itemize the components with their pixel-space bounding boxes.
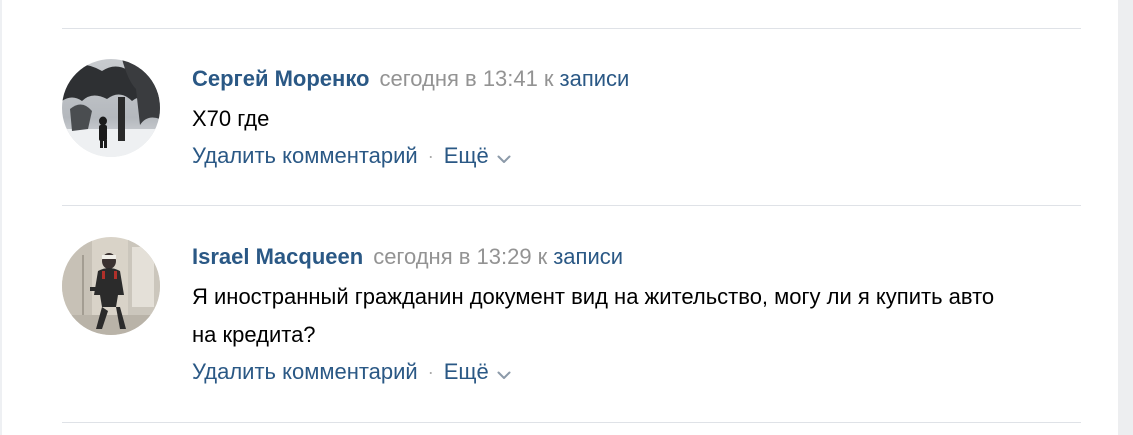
comment-author-link[interactable]: Israel Macqueen — [192, 244, 363, 269]
comment-post-link[interactable]: записи — [553, 244, 623, 269]
comment-timestamp[interactable]: сегодня в 13:29 — [373, 244, 531, 269]
more-button-label: Ещё — [443, 143, 489, 168]
comment-author-link[interactable]: Сергей Моренко — [192, 66, 369, 91]
avatar-photo — [62, 59, 160, 157]
comment-post-link[interactable]: записи — [560, 66, 630, 91]
delete-comment-button[interactable]: Удалить комментарий — [192, 141, 418, 171]
comment-to-label: к — [543, 66, 554, 91]
avatar-photo — [62, 237, 160, 335]
comment-to-label: к — [537, 244, 548, 269]
content-left-border — [0, 0, 2, 435]
avatar[interactable] — [62, 59, 160, 157]
comment-timestamp[interactable]: сегодня в 13:41 — [379, 66, 537, 91]
comment-divider — [62, 422, 1081, 423]
comment-divider — [62, 205, 1081, 206]
comment-actions: Удалить комментарий · Ещё — [192, 356, 1081, 388]
comment-text: X70 где — [192, 106, 270, 131]
comment-meta: Сергей Моренко сегодня в 13:41 к записи — [192, 64, 1081, 94]
delete-comment-button[interactable]: Удалить комментарий — [192, 357, 418, 387]
comments-page: Сергей Моренко сегодня в 13:41 к записи X70… — [0, 0, 1133, 435]
chevron-down-icon — [497, 358, 511, 388]
actions-separator: · — [427, 362, 434, 382]
more-button[interactable]: Ещё — [444, 356, 511, 388]
comment-body: Сергей Моренко сегодня в 13:41 к записи X70… — [192, 64, 1081, 172]
comment-meta: Israel Macqueen сегодня в 13:29 к записи — [192, 242, 1081, 272]
comment-actions: Удалить комментарий · Ещё — [192, 140, 1081, 172]
page-background-strip — [1118, 0, 1133, 435]
comment-text: Я иностранный гражданин документ вид на … — [192, 284, 995, 347]
comment-divider — [62, 28, 1081, 29]
more-button[interactable]: Ещё — [444, 140, 511, 172]
more-button-label: Ещё — [443, 359, 489, 384]
chevron-down-icon — [497, 142, 511, 172]
comment-body: Israel Macqueen сегодня в 13:29 к записи Я … — [192, 242, 1081, 388]
avatar[interactable] — [62, 237, 160, 335]
actions-separator: · — [427, 146, 434, 166]
